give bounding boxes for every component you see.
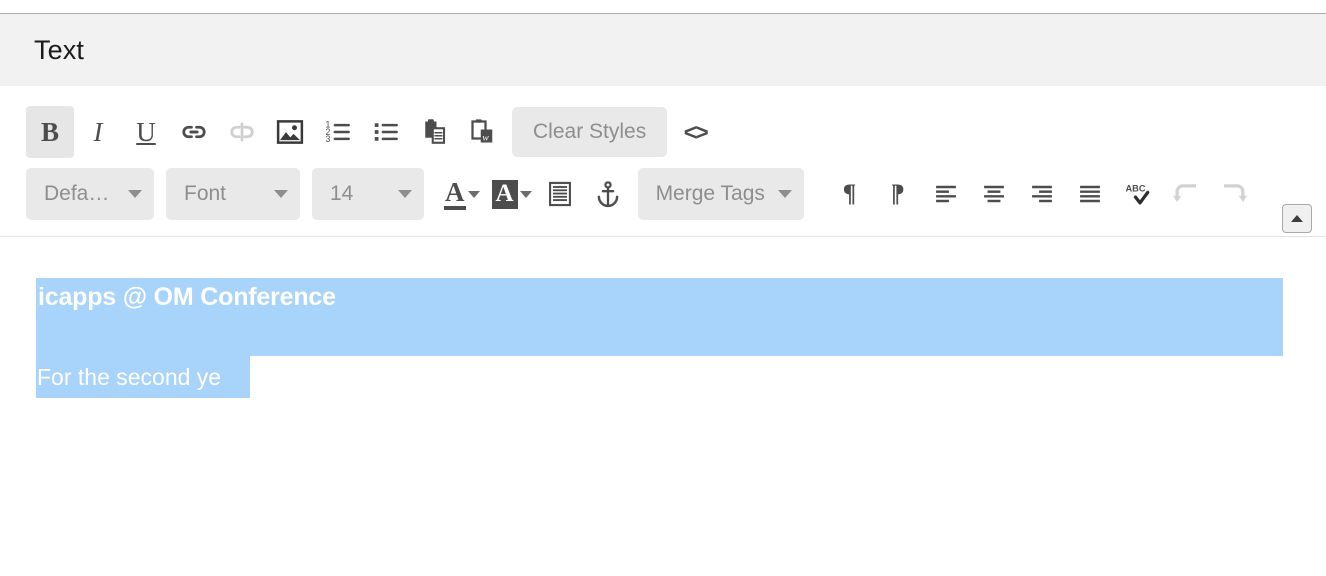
editor-content-area[interactable]: icapps @ OM Conference For the second ye… xyxy=(0,237,1326,576)
paragraph-style-dropdown[interactable]: Defa… xyxy=(26,168,154,220)
paste-from-word-icon: w xyxy=(471,119,493,143)
insert-anchor-button[interactable] xyxy=(584,168,632,220)
merge-tags-dropdown[interactable]: Merge Tags xyxy=(637,168,804,220)
link-icon xyxy=(182,125,206,139)
spellcheck-icon: ABC xyxy=(1125,184,1149,205)
toolbar-row-paragraph: Defa… Font 14 A A Merge Tags ¶ ¶ ABC xyxy=(26,168,1258,220)
font-color-icon: A xyxy=(444,178,466,211)
paste-word-button[interactable]: w xyxy=(458,106,506,158)
chevron-down-icon xyxy=(519,190,532,198)
undo-icon xyxy=(1172,184,1196,203)
align-left-icon xyxy=(935,185,956,203)
code-brackets-icon: <> xyxy=(683,118,709,145)
background-color-icon: A xyxy=(491,179,518,209)
chevron-up-icon xyxy=(1291,215,1303,222)
align-justify-button[interactable] xyxy=(1066,168,1114,220)
chevron-down-icon xyxy=(274,190,288,198)
chevron-down-icon xyxy=(777,190,792,198)
direction-rtl-button[interactable]: ¶ xyxy=(874,168,922,220)
chevron-down-icon xyxy=(128,190,142,198)
image-icon xyxy=(276,120,304,144)
font-size-dropdown[interactable]: 14 xyxy=(312,168,424,220)
bold-button[interactable]: B xyxy=(26,106,74,158)
unlink-icon xyxy=(230,122,254,142)
page-title: Text xyxy=(34,34,84,65)
undo-button[interactable] xyxy=(1162,168,1210,220)
chevron-down-icon xyxy=(398,190,412,198)
editor-toolbar: B I U 1 2 3 w Clear Styles <> Defa… Font… xyxy=(0,86,1326,236)
font-family-value: Font xyxy=(184,182,227,205)
svg-text:ABC: ABC xyxy=(1125,184,1145,194)
svg-text:w: w xyxy=(482,133,489,143)
lines-icon xyxy=(548,181,571,207)
anchor-icon xyxy=(597,181,618,208)
spellcheck-button[interactable]: ABC xyxy=(1114,168,1162,220)
pilcrow-ltr-icon: ¶ xyxy=(842,180,857,207)
underline-button[interactable]: U xyxy=(122,106,170,158)
remove-link-button[interactable] xyxy=(218,106,266,158)
paragraph-style-value: Defa… xyxy=(44,182,110,205)
clear-styles-button[interactable]: Clear Styles xyxy=(512,107,668,157)
insert-link-button[interactable] xyxy=(170,106,218,158)
align-left-button[interactable] xyxy=(922,168,970,220)
underline-icon: U xyxy=(136,116,156,147)
paste-plain-button[interactable] xyxy=(410,106,458,158)
rich-text-editor-panel: Text B I U 1 2 3 w Clear Styles <> Defa…… xyxy=(0,0,1326,576)
unordered-list-button[interactable] xyxy=(362,106,410,158)
redo-button[interactable] xyxy=(1210,168,1258,220)
toolbar-row-formatting: B I U 1 2 3 w Clear Styles <> xyxy=(26,106,719,158)
bold-icon: B xyxy=(40,116,59,147)
font-family-dropdown[interactable]: Font xyxy=(166,168,300,220)
line-height-button[interactable] xyxy=(536,168,584,220)
italic-button[interactable]: I xyxy=(74,106,122,158)
collapse-toolbar-button[interactable] xyxy=(1282,204,1312,233)
align-center-icon xyxy=(983,185,1004,203)
panel-header: Text xyxy=(0,14,1326,86)
align-justify-icon xyxy=(1079,185,1100,203)
redo-icon xyxy=(1223,184,1247,203)
editor-body-text: For the second ye xyxy=(37,364,222,390)
insert-image-button[interactable] xyxy=(266,106,314,158)
align-center-button[interactable] xyxy=(970,168,1018,220)
code-view-button[interactable]: <> xyxy=(671,106,719,158)
direction-ltr-button[interactable]: ¶ xyxy=(826,168,874,220)
paste-plain-icon xyxy=(425,119,446,144)
ordered-list-icon: 1 2 3 xyxy=(326,120,350,144)
font-color-button[interactable]: A xyxy=(436,168,484,220)
font-size-value: 14 xyxy=(330,182,354,205)
editor-heading-text: icapps @ OM Conference xyxy=(38,283,336,311)
align-right-icon xyxy=(1031,185,1052,203)
italic-icon: I xyxy=(93,116,103,147)
chevron-down-icon xyxy=(467,190,480,198)
svg-text:3: 3 xyxy=(326,134,331,144)
align-right-button[interactable] xyxy=(1018,168,1066,220)
background-color-button[interactable]: A xyxy=(484,168,536,220)
merge-tags-value: Merge Tags xyxy=(655,182,765,205)
ordered-list-button[interactable]: 1 2 3 xyxy=(314,106,362,158)
pilcrow-rtl-icon: ¶ xyxy=(890,180,905,207)
unordered-list-icon xyxy=(374,123,398,141)
